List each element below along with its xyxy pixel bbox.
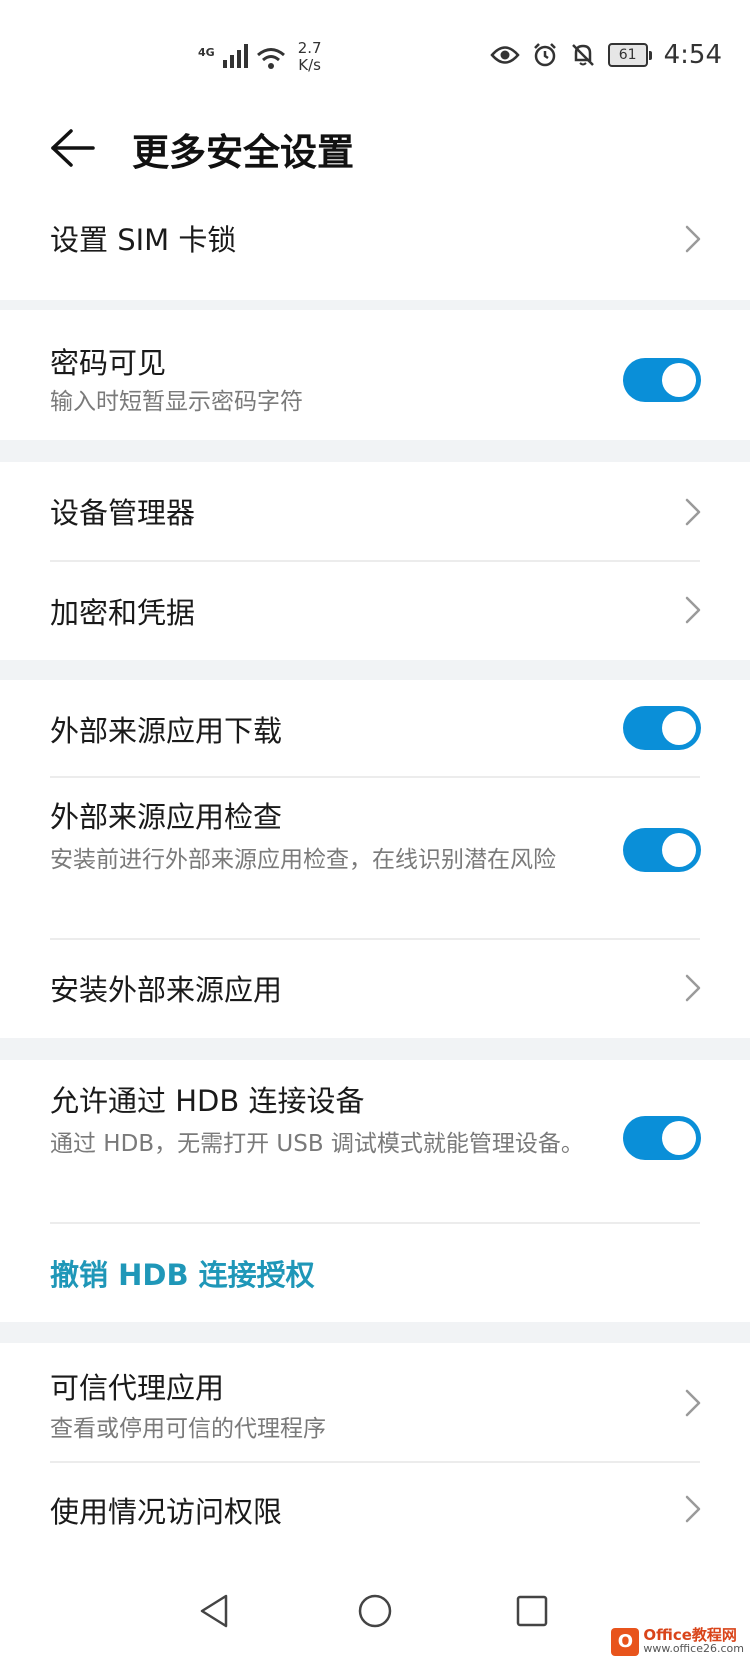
install-external-title: 安装外部来源应用 bbox=[50, 973, 283, 1007]
toggle-knob bbox=[662, 711, 696, 745]
external-check-title: 外部来源应用检查 bbox=[50, 800, 283, 834]
hdb-connect-toggle[interactable] bbox=[623, 1116, 701, 1160]
trust-agents-title: 可信代理应用 bbox=[50, 1371, 225, 1405]
status-left: 4G 2.7 K/s bbox=[198, 40, 322, 74]
speed-unit: K/s bbox=[298, 56, 321, 74]
battery-level: 61 bbox=[607, 43, 648, 67]
external-check-row[interactable]: 外部来源应用检查 安装前进行外部来源应用检查，在线识别潜在风险 bbox=[0, 778, 750, 938]
status-right: 61 4:54 bbox=[489, 40, 722, 70]
signal-icon bbox=[222, 44, 248, 68]
alarm-icon bbox=[533, 43, 556, 67]
screen: 4G 2.7 K/s 61 4:54 更多安全设置 设置 SIM 卡锁 密码可见… bbox=[0, 0, 750, 1667]
password-visible-toggle[interactable] bbox=[623, 358, 701, 402]
chevron-right-icon bbox=[685, 596, 701, 624]
chevron-right-icon bbox=[685, 225, 701, 253]
battery-tip bbox=[648, 50, 652, 60]
encryption-row[interactable]: 加密和凭据 bbox=[0, 562, 750, 660]
usage-access-row[interactable]: 使用情况访问权限 bbox=[0, 1463, 750, 1563]
device-manager-title: 设备管理器 bbox=[50, 496, 196, 530]
chevron-right-icon bbox=[685, 1389, 701, 1417]
network-speed: 2.7 K/s bbox=[298, 40, 322, 74]
toggle-knob bbox=[662, 833, 696, 867]
password-visible-row[interactable]: 密码可见 输入时短暂显示密码字符 bbox=[0, 310, 750, 440]
eye-icon bbox=[489, 46, 520, 64]
chevron-right-icon bbox=[685, 498, 701, 526]
hdb-connect-subtitle: 通过 HDB，无需打开 USB 调试模式就能管理设备。 bbox=[50, 1131, 584, 1157]
install-external-row[interactable]: 安装外部来源应用 bbox=[0, 940, 750, 1038]
watermark: O Office教程网 www.office26.com bbox=[611, 1628, 744, 1656]
encryption-title: 加密和凭据 bbox=[50, 596, 196, 630]
wifi-icon bbox=[256, 48, 285, 69]
square-recents-icon bbox=[516, 1595, 548, 1627]
external-download-row[interactable]: 外部来源应用下载 bbox=[0, 680, 750, 776]
network-type: 4G bbox=[198, 46, 215, 59]
watermark-main: Office教程网 bbox=[643, 1626, 737, 1644]
nav-back-button[interactable] bbox=[190, 1587, 238, 1635]
hdb-card: 允许通过 HDB 连接设备 通过 HDB，无需打开 USB 调试模式就能管理设备… bbox=[0, 1060, 750, 1322]
toggle-knob bbox=[662, 1121, 696, 1155]
hdb-connect-row[interactable]: 允许通过 HDB 连接设备 通过 HDB，无需打开 USB 调试模式就能管理设备… bbox=[0, 1060, 750, 1222]
trust-agents-subtitle: 查看或停用可信的代理程序 bbox=[50, 1416, 326, 1442]
page-title: 更多安全设置 bbox=[132, 131, 354, 174]
battery-icon: 61 bbox=[607, 43, 652, 67]
bell-muted-icon bbox=[571, 44, 594, 66]
device-manager-row[interactable]: 设备管理器 bbox=[0, 462, 750, 560]
external-check-toggle[interactable] bbox=[623, 828, 701, 872]
usage-access-title: 使用情况访问权限 bbox=[50, 1495, 283, 1529]
password-visible-subtitle: 输入时短暂显示密码字符 bbox=[50, 389, 303, 415]
trust-agents-row[interactable]: 可信代理应用 查看或停用可信的代理程序 bbox=[0, 1343, 750, 1461]
circle-home-icon bbox=[358, 1594, 392, 1628]
external-check-subtitle: 安装前进行外部来源应用检查，在线识别潜在风险 bbox=[50, 847, 556, 873]
chevron-right-icon bbox=[685, 974, 701, 1002]
trust-card: 可信代理应用 查看或停用可信的代理程序 使用情况访问权限 bbox=[0, 1343, 750, 1565]
device-card: 设备管理器 加密和凭据 bbox=[0, 462, 750, 660]
header: 更多安全设置 设置 SIM 卡锁 bbox=[0, 100, 750, 300]
speed-value: 2.7 bbox=[297, 39, 322, 57]
sim-lock-title: 设置 SIM 卡锁 bbox=[50, 223, 237, 257]
sim-lock-row[interactable]: 设置 SIM 卡锁 bbox=[0, 195, 750, 280]
nav-home-button[interactable] bbox=[351, 1587, 399, 1635]
back-button[interactable] bbox=[44, 120, 100, 176]
password-visible-card: 密码可见 输入时短暂显示密码字符 bbox=[0, 310, 750, 440]
revoke-hdb-row[interactable]: 撤销 HDB 连接授权 bbox=[0, 1224, 750, 1322]
back-arrow-icon bbox=[51, 129, 95, 167]
watermark-text: Office教程网 www.office26.com bbox=[643, 1628, 744, 1656]
watermark-url: www.office26.com bbox=[643, 1642, 744, 1655]
toggle-knob bbox=[662, 363, 696, 397]
nav-recents-button[interactable] bbox=[508, 1587, 556, 1635]
password-visible-title: 密码可见 bbox=[50, 346, 167, 380]
external-download-title: 外部来源应用下载 bbox=[50, 714, 283, 748]
status-bar: 4G 2.7 K/s 61 4:54 bbox=[0, 0, 750, 100]
clock-time: 4:54 bbox=[663, 40, 722, 70]
hdb-connect-title: 允许通过 HDB 连接设备 bbox=[50, 1084, 365, 1118]
watermark-logo-icon: O bbox=[611, 1628, 640, 1656]
external-download-toggle[interactable] bbox=[623, 706, 701, 750]
revoke-hdb-link[interactable]: 撤销 HDB 连接授权 bbox=[50, 1252, 315, 1294]
triangle-back-icon bbox=[200, 1594, 228, 1628]
chevron-right-icon bbox=[685, 1495, 701, 1523]
external-sources-card: 外部来源应用下载 外部来源应用检查 安装前进行外部来源应用检查，在线识别潜在风险… bbox=[0, 680, 750, 1038]
